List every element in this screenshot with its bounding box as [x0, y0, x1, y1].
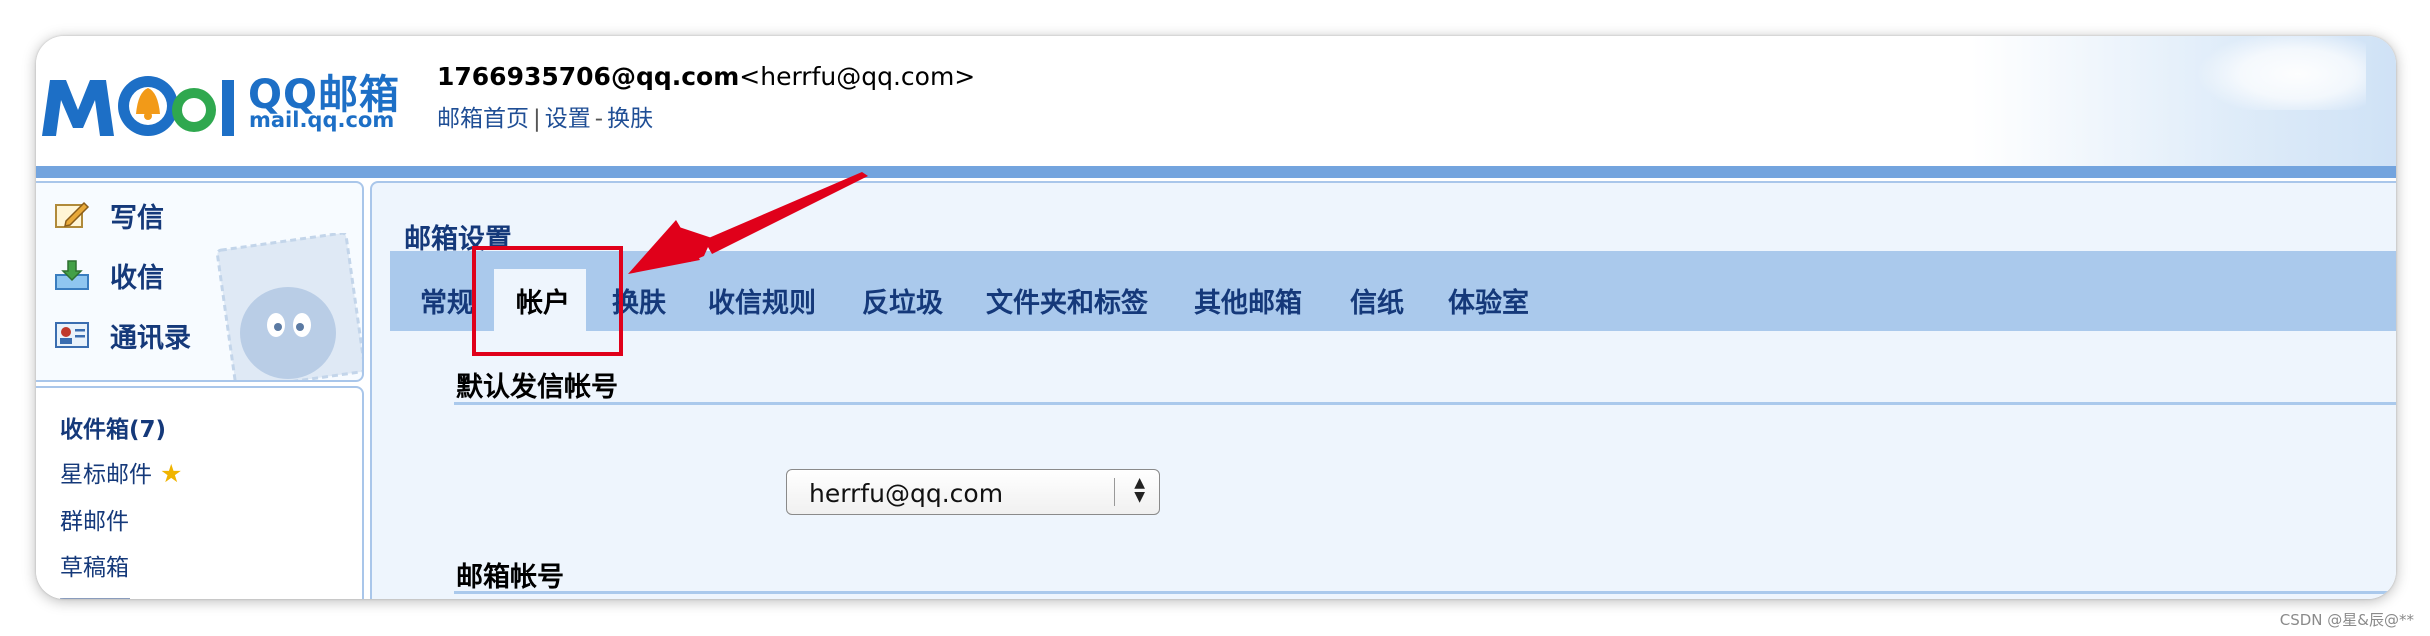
settings-link[interactable]: 设置	[545, 106, 591, 132]
settings-panel: 邮箱设置 常规 帐户 换肤 收信规则 反垃圾 文件夹和标签 其他邮箱 信纸 体验…	[370, 181, 2396, 599]
watermark: CSDN @星&辰@**	[2279, 611, 2414, 629]
highlight-box	[472, 246, 623, 356]
change-skin-link[interactable]: 换肤	[607, 106, 653, 132]
folder-drafts[interactable]: 草稿箱	[60, 548, 129, 582]
header-links: 邮箱首页 | 设置 - 换肤	[437, 99, 653, 133]
sidebar-item-compose[interactable]: 写信	[54, 195, 164, 235]
sidebar-nav: 写信 收信 通讯录	[36, 181, 364, 382]
sidebar-item-label: 写信	[110, 202, 164, 234]
account-email: 1766935706@qq.com	[437, 62, 740, 91]
folder-list: 收件箱(7) 星标邮件 ★ 群邮件 草稿箱	[36, 386, 364, 599]
star-icon: ★	[160, 459, 183, 488]
sidebar-item-label: 收信	[110, 262, 164, 294]
folder-label: 星标邮件	[60, 462, 152, 488]
sidebar-item-contacts[interactable]: 通讯录	[54, 315, 191, 355]
folder-group-mail[interactable]: 群邮件	[60, 502, 129, 536]
sidebar-item-inbox[interactable]: 收信	[54, 255, 164, 295]
tab-receive-rules[interactable]: 收信规则	[708, 281, 816, 320]
folder-inbox[interactable]: 收件箱(7)	[60, 410, 166, 444]
compose-icon	[55, 201, 90, 228]
up-down-chevron-icon: ▲ ▼	[1134, 475, 1145, 505]
default-sender-select[interactable]: herrfu@qq.com ▲ ▼	[786, 469, 1160, 515]
cloud-decoration	[2196, 36, 2366, 110]
default-sender-heading: 默认发信帐号	[456, 372, 618, 403]
settings-tabs: 常规 帐户 换肤 收信规则 反垃圾 文件夹和标签 其他邮箱 信纸 体验室	[390, 251, 2396, 331]
tab-other-mailboxes[interactable]: 其他邮箱	[1194, 281, 1302, 320]
folder-starred[interactable]: 星标邮件 ★	[60, 455, 182, 489]
tab-anti-spam[interactable]: 反垃圾	[862, 281, 943, 320]
account-alias: <herrfu@qq.com>	[739, 62, 976, 91]
header-divider-bar	[36, 166, 2396, 178]
mailbox-home-link[interactable]: 邮箱首页	[437, 106, 529, 132]
folder-cutoff	[60, 598, 140, 599]
contacts-card-icon	[55, 322, 89, 348]
tab-labs[interactable]: 体验室	[1448, 281, 1529, 320]
sidebar-item-label: 通讯录	[110, 322, 191, 354]
default-sender-value: herrfu@qq.com	[809, 479, 1004, 508]
logo-url-text: mail.qq.com	[249, 108, 395, 132]
tab-folders-labels[interactable]: 文件夹和标签	[986, 281, 1148, 320]
qq-mail-logo[interactable]	[36, 58, 236, 158]
section-divider	[454, 591, 2396, 594]
account-info: 1766935706@qq.com<herrfu@qq.com>	[437, 62, 975, 91]
header: QQ邮箱 mail.qq.com 1766935706@qq.com<herrf…	[36, 36, 2396, 166]
penguin-stamp-decoration	[215, 233, 362, 380]
tab-stationery[interactable]: 信纸	[1350, 281, 1404, 320]
tab-general[interactable]: 常规	[420, 281, 474, 320]
section-divider	[454, 402, 2396, 405]
inbox-download-icon	[55, 260, 89, 290]
mail-window: QQ邮箱 mail.qq.com 1766935706@qq.com<herrf…	[36, 36, 2396, 599]
link-dash: -	[594, 106, 604, 132]
mailbox-account-heading: 邮箱帐号	[456, 562, 564, 593]
select-divider	[1114, 478, 1115, 506]
link-divider: |	[533, 106, 541, 132]
